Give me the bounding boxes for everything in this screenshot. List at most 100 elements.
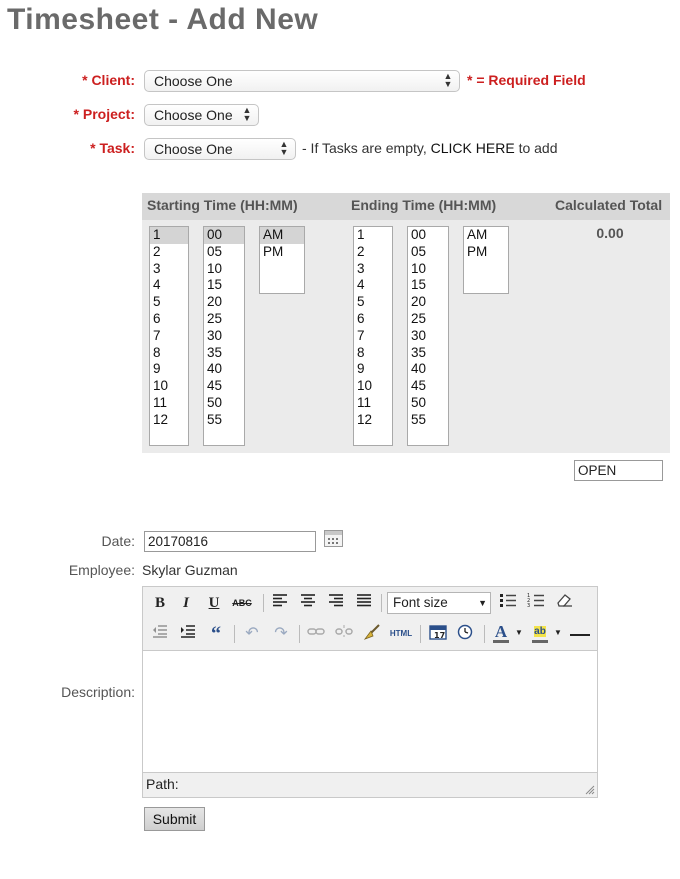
list-option[interactable]: AM: [464, 227, 508, 244]
redo-icon[interactable]: ↷: [271, 624, 291, 644]
italic-icon[interactable]: I: [176, 593, 196, 613]
list-option[interactable]: 5: [150, 294, 188, 311]
list-option[interactable]: 2: [354, 244, 392, 261]
list-option[interactable]: 12: [354, 412, 392, 429]
project-select[interactable]: Choose One ▲ ▼: [144, 104, 259, 126]
list-option[interactable]: 25: [204, 311, 244, 328]
align-center-icon[interactable]: [298, 593, 318, 613]
toolbar-divider: [420, 625, 421, 643]
list-option[interactable]: 12: [150, 412, 188, 429]
html-icon[interactable]: HTML: [388, 624, 414, 644]
calendar-icon[interactable]: [324, 530, 343, 547]
start-minute-list[interactable]: 00 05 10 15 20 25 30 35 40 45 50 55: [203, 226, 245, 446]
text-color-icon[interactable]: A: [491, 622, 511, 643]
list-option[interactable]: 00: [204, 227, 244, 244]
calculated-total-value: 0.00: [596, 225, 624, 241]
chevron-updown-icon: ▲ ▼: [242, 105, 252, 123]
list-option[interactable]: 9: [354, 361, 392, 378]
align-justify-icon[interactable]: [354, 593, 374, 613]
bold-icon[interactable]: B: [150, 593, 170, 613]
list-option[interactable]: 1: [354, 227, 392, 244]
list-option[interactable]: 11: [150, 395, 188, 412]
list-option[interactable]: AM: [260, 227, 304, 244]
align-right-icon[interactable]: [326, 593, 346, 613]
list-option[interactable]: 7: [354, 328, 392, 345]
highlight-color-icon[interactable]: ab: [530, 622, 550, 643]
list-option[interactable]: 5: [354, 294, 392, 311]
list-option[interactable]: 15: [408, 277, 448, 294]
list-option[interactable]: PM: [260, 244, 304, 261]
blockquote-icon[interactable]: “: [206, 624, 226, 644]
unlink-icon[interactable]: [334, 624, 354, 644]
list-option[interactable]: 10: [408, 261, 448, 278]
submit-button[interactable]: Submit: [144, 807, 205, 831]
list-option[interactable]: 50: [408, 395, 448, 412]
status-field[interactable]: OPEN: [574, 460, 663, 481]
eraser-icon[interactable]: [554, 593, 574, 613]
list-option[interactable]: 4: [354, 277, 392, 294]
resize-grip-icon[interactable]: [585, 785, 595, 795]
unordered-list-icon[interactable]: [498, 593, 518, 613]
list-option[interactable]: 8: [354, 345, 392, 362]
end-minute-list[interactable]: 00 05 10 15 20 25 30 35 40 45 50 55: [407, 226, 449, 446]
insert-time-icon[interactable]: [455, 624, 475, 644]
list-option[interactable]: 45: [408, 378, 448, 395]
strikethrough-icon[interactable]: ABC: [232, 593, 252, 613]
font-size-select[interactable]: Font size ▼: [387, 592, 491, 614]
list-option[interactable]: 45: [204, 378, 244, 395]
list-option[interactable]: 6: [354, 311, 392, 328]
ordered-list-icon[interactable]: 123: [526, 593, 546, 613]
list-option[interactable]: 9: [150, 361, 188, 378]
list-option[interactable]: 05: [408, 244, 448, 261]
underline-icon[interactable]: U: [204, 593, 224, 613]
list-option[interactable]: 30: [408, 328, 448, 345]
text-color-dropdown-icon[interactable]: ▼: [515, 628, 523, 637]
list-option[interactable]: 40: [204, 361, 244, 378]
list-option[interactable]: 25: [408, 311, 448, 328]
list-option[interactable]: 55: [204, 412, 244, 429]
end-hour-list[interactable]: 1 2 3 4 5 6 7 8 9 10 11 12: [353, 226, 393, 446]
start-ampm-list[interactable]: AM PM: [259, 226, 305, 294]
list-option[interactable]: 55: [408, 412, 448, 429]
list-option[interactable]: 1: [150, 227, 188, 244]
link-icon[interactable]: [306, 624, 326, 644]
list-option[interactable]: 11: [354, 395, 392, 412]
list-option[interactable]: 15: [204, 277, 244, 294]
click-here-link[interactable]: CLICK HERE: [431, 140, 515, 156]
list-option[interactable]: 8: [150, 345, 188, 362]
list-option[interactable]: 40: [408, 361, 448, 378]
list-option[interactable]: 20: [204, 294, 244, 311]
indent-icon[interactable]: [178, 624, 198, 644]
list-option[interactable]: 50: [204, 395, 244, 412]
start-hour-list[interactable]: 1 2 3 4 5 6 7 8 9 10 11 12: [149, 226, 189, 446]
list-option[interactable]: 35: [204, 345, 244, 362]
list-option[interactable]: 30: [204, 328, 244, 345]
list-option[interactable]: 05: [204, 244, 244, 261]
svg-text:3: 3: [527, 603, 530, 607]
cleanup-icon[interactable]: [362, 624, 382, 644]
list-option[interactable]: 10: [150, 378, 188, 395]
client-select[interactable]: Choose One ▲ ▼: [144, 70, 460, 92]
list-option[interactable]: 10: [354, 378, 392, 395]
end-ampm-list[interactable]: AM PM: [463, 226, 509, 294]
highlight-color-dropdown-icon[interactable]: ▼: [554, 628, 562, 637]
list-option[interactable]: 2: [150, 244, 188, 261]
list-option[interactable]: 6: [150, 311, 188, 328]
align-left-icon[interactable]: [270, 593, 290, 613]
list-option[interactable]: 00: [408, 227, 448, 244]
list-option[interactable]: 7: [150, 328, 188, 345]
description-textarea[interactable]: [143, 652, 597, 772]
list-option[interactable]: 4: [150, 277, 188, 294]
horizontal-rule-icon[interactable]: [570, 634, 590, 636]
list-option[interactable]: 3: [150, 261, 188, 278]
task-select[interactable]: Choose One ▲ ▼: [144, 138, 296, 160]
list-option[interactable]: 35: [408, 345, 448, 362]
list-option[interactable]: 3: [354, 261, 392, 278]
insert-date-icon[interactable]: 17: [428, 624, 448, 644]
list-option[interactable]: 20: [408, 294, 448, 311]
outdent-icon[interactable]: [150, 624, 170, 644]
date-input[interactable]: 20170816: [144, 531, 316, 552]
list-option[interactable]: PM: [464, 244, 508, 261]
list-option[interactable]: 10: [204, 261, 244, 278]
undo-icon[interactable]: ↶: [242, 624, 262, 644]
